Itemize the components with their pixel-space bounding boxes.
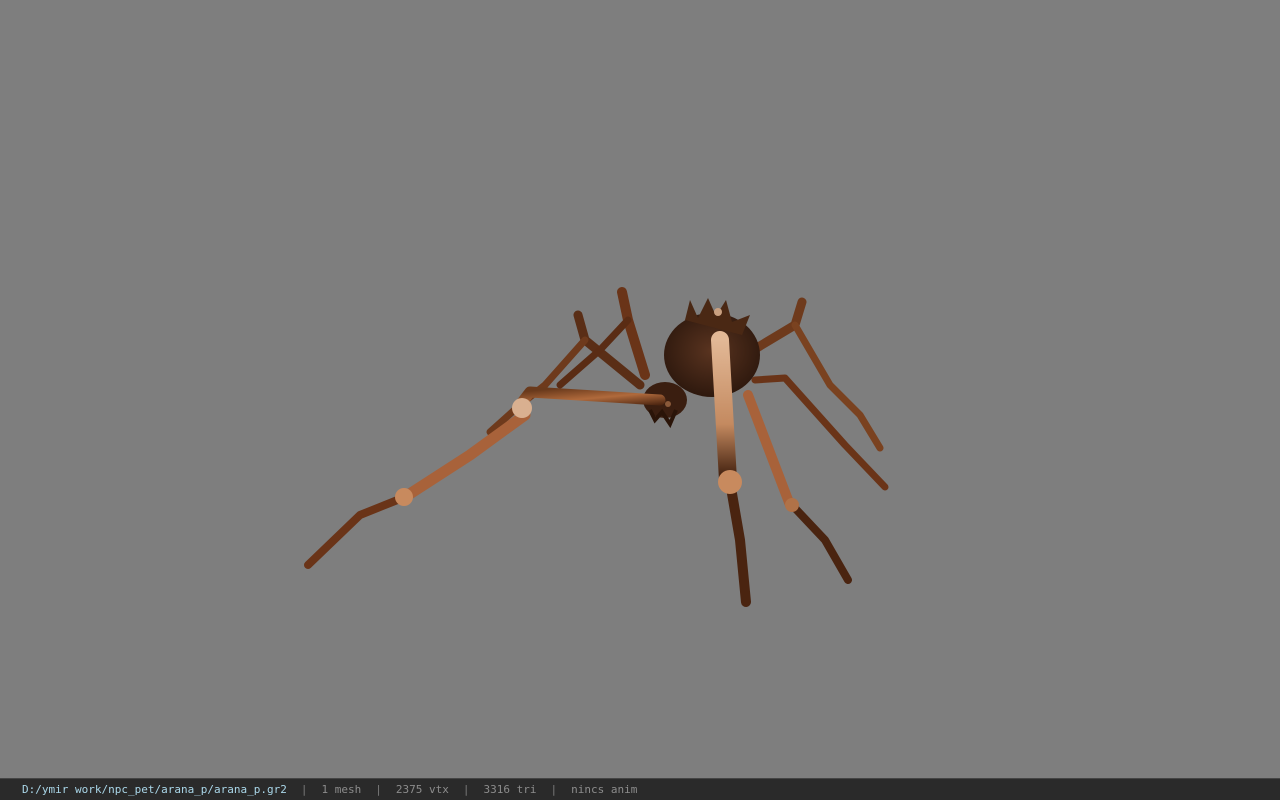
animation-status: nincs anim	[571, 783, 638, 796]
separator: |	[462, 783, 470, 796]
separator: |	[375, 783, 382, 796]
triangle-count: 3316 tri	[483, 783, 537, 796]
spider-model-icon[interactable]	[0, 0, 1280, 778]
separator: |	[550, 783, 558, 796]
3d-viewport[interactable]	[0, 0, 1280, 778]
status-bar: D:/ymir work/npc_pet/arana_p/arana_p.gr2…	[0, 778, 1280, 800]
vertex-count: 2375 vtx	[395, 783, 449, 796]
file-path: D:/ymir work/npc_pet/arana_p/arana_p.gr2	[22, 783, 287, 796]
separator: |	[300, 783, 308, 796]
mesh-count: 1 mesh	[321, 783, 362, 796]
